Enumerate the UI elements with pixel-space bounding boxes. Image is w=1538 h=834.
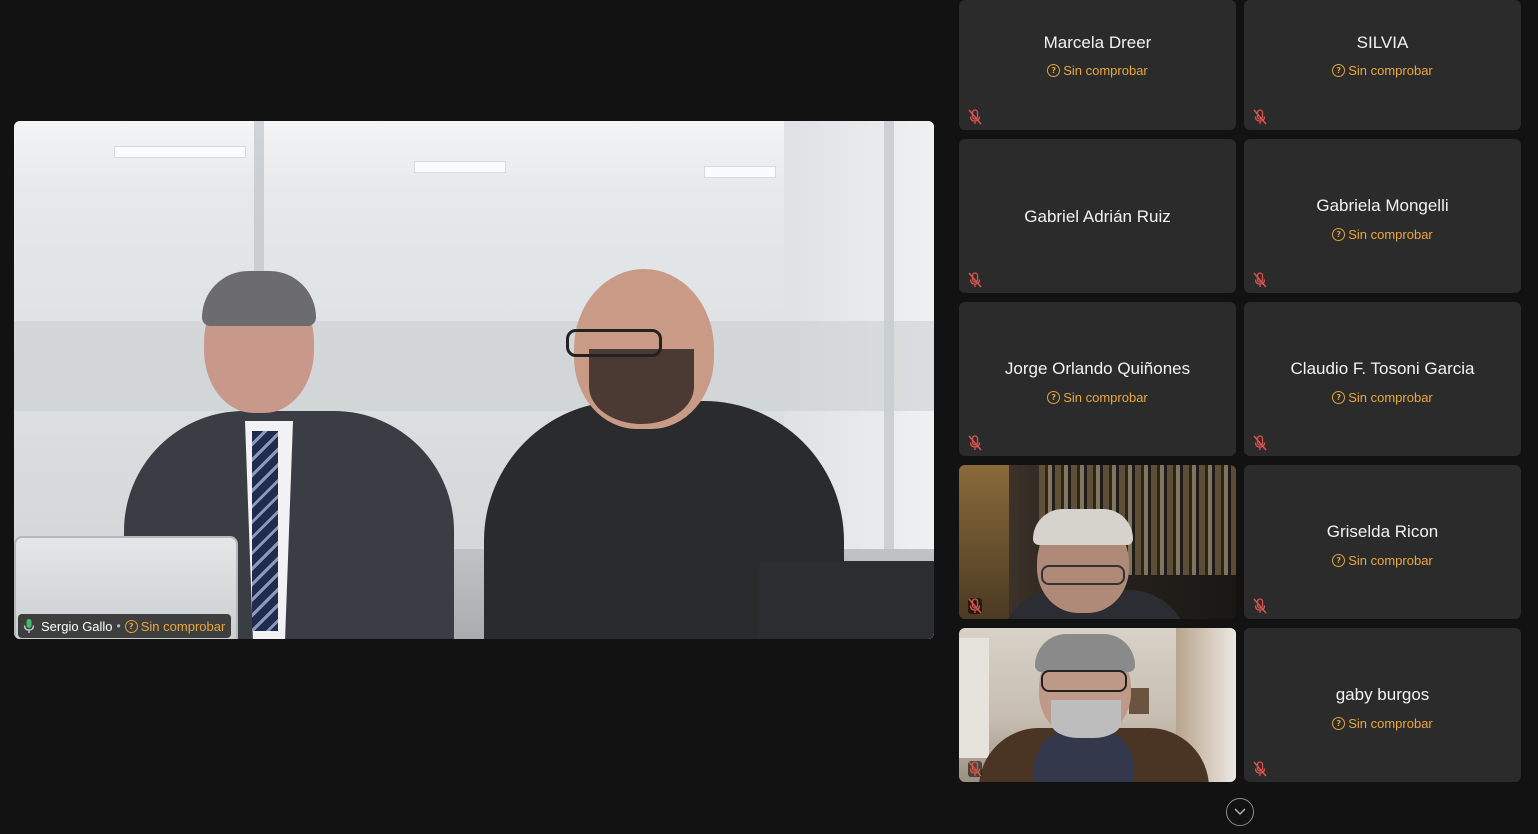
participant-tile[interactable]: Jorge Orlando Quiñones ? Sin comprobar	[959, 302, 1236, 456]
verification-status: ? Sin comprobar	[1332, 716, 1433, 731]
ceiling-light	[114, 146, 246, 158]
verification-status: ? Sin comprobar	[1047, 63, 1148, 78]
person-left	[202, 271, 316, 326]
participant-video	[1051, 700, 1121, 738]
status-text: Sin comprobar	[1348, 63, 1433, 78]
question-circle-icon: ?	[1332, 717, 1346, 730]
separator: •	[116, 619, 121, 633]
participant-video	[1041, 670, 1127, 692]
participant-name: Marcela Dreer	[1043, 33, 1152, 52]
mic-off-icon	[968, 435, 982, 451]
participant-tile[interactable]: Gabriela Mongelli ? Sin comprobar	[1244, 139, 1521, 293]
video-background	[959, 465, 1009, 619]
person-right	[589, 349, 694, 424]
mic-off-icon	[1253, 272, 1267, 288]
video-background	[1129, 688, 1149, 714]
participant-name: Sergio Gallo	[41, 618, 113, 634]
participant-tile[interactable]: Marcela Dreer ? Sin comprobar	[959, 0, 1236, 130]
mic-off-icon	[1253, 435, 1267, 451]
verification-status: ? Sin comprobar	[1332, 553, 1433, 568]
question-circle-icon: ?	[1047, 64, 1061, 77]
main-video[interactable]	[14, 121, 934, 639]
person-right	[566, 329, 662, 357]
mic-off-icon	[1253, 109, 1267, 125]
ceiling-light	[414, 161, 506, 173]
status-text: Sin comprobar	[1348, 716, 1433, 731]
participant-video	[1041, 565, 1125, 585]
participant-tile[interactable]: Claudio F. Tosoni Garcia ? Sin comprobar	[1244, 302, 1521, 456]
verification-status: ? Sin comprobar	[1332, 390, 1433, 405]
main-participant-label: Sergio Gallo • ? Sin comprobar	[18, 614, 232, 638]
status-text: Sin comprobar	[140, 618, 226, 634]
participant-video	[1033, 509, 1133, 545]
verification-status: ? Sin comprobar	[1332, 227, 1433, 242]
laptop	[759, 561, 934, 639]
participant-tile[interactable]: gaby burgos ? Sin comprobar	[1244, 628, 1521, 782]
question-circle-icon: ?	[124, 619, 138, 633]
status-text: Sin comprobar	[1063, 390, 1148, 405]
participant-name: Gabriel Adrián Ruiz	[1024, 207, 1171, 226]
verification-status: ? Sin comprobar	[1047, 390, 1148, 405]
mic-off-icon	[968, 109, 982, 125]
participant-name: SILVIA	[1356, 33, 1409, 52]
chevron-down-icon	[1234, 803, 1246, 821]
participant-tile[interactable]: Griselda Ricon ? Sin comprobar	[1244, 465, 1521, 619]
participant-name: Claudio F. Tosoni Garcia	[1290, 359, 1475, 378]
ceiling-light	[704, 166, 776, 178]
status-text: Sin comprobar	[1348, 227, 1433, 242]
mic-off-icon	[968, 272, 982, 288]
mic-off-icon	[968, 761, 982, 777]
participant-name: Griselda Ricon	[1326, 522, 1439, 541]
participant-video-tile[interactable]	[959, 465, 1236, 619]
question-circle-icon: ?	[1332, 228, 1346, 241]
verification-status: ? Sin comprobar	[124, 618, 226, 634]
participant-name: gaby burgos	[1335, 685, 1430, 704]
verification-status: ? Sin comprobar	[1332, 63, 1433, 78]
mic-off-icon	[1253, 598, 1267, 614]
status-text: Sin comprobar	[1063, 63, 1148, 78]
video-background	[14, 321, 934, 411]
question-circle-icon: ?	[1332, 64, 1346, 77]
participant-video-tile[interactable]	[959, 628, 1236, 782]
status-text: Sin comprobar	[1348, 553, 1433, 568]
question-circle-icon: ?	[1332, 391, 1346, 404]
mic-off-icon	[968, 598, 982, 614]
status-text: Sin comprobar	[1348, 390, 1433, 405]
mic-on-icon	[22, 618, 36, 634]
participant-name: Jorge Orlando Quiñones	[1004, 359, 1191, 378]
question-circle-icon: ?	[1047, 391, 1061, 404]
question-circle-icon: ?	[1332, 554, 1346, 567]
participant-tile[interactable]: SILVIA ? Sin comprobar	[1244, 0, 1521, 130]
video-background	[959, 638, 989, 758]
participant-tile[interactable]: Gabriel Adrián Ruiz	[959, 139, 1236, 293]
person-left	[252, 431, 278, 631]
scroll-down-button[interactable]	[1226, 798, 1254, 826]
participant-video	[1035, 634, 1135, 672]
mic-off-icon	[1253, 761, 1267, 777]
participant-name: Gabriela Mongelli	[1316, 196, 1449, 215]
